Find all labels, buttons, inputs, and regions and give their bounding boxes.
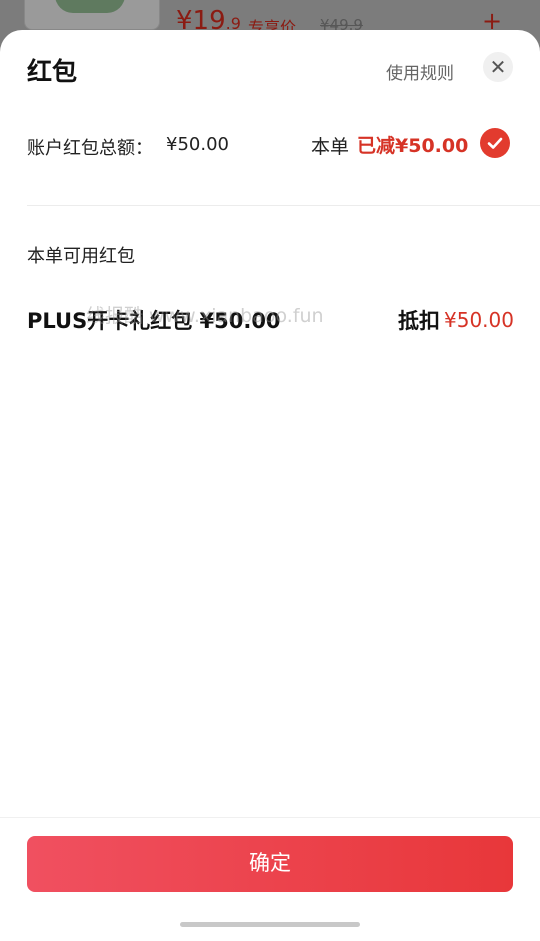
order-label: 本单 bbox=[311, 136, 350, 158]
close-icon[interactable]: ✕ bbox=[483, 52, 513, 82]
deduct-label: 抵扣 bbox=[398, 309, 440, 333]
balance-value: ¥50.00 bbox=[166, 134, 229, 155]
red-packet-sheet: 红包 使用规则 ✕ 账户红包总额： ¥50.00 本单 已减¥50.00 本单可… bbox=[0, 30, 540, 941]
deduct-value: ¥50.00 bbox=[444, 308, 514, 332]
product-thumbnail bbox=[24, 0, 160, 30]
divider bbox=[27, 205, 540, 206]
product-image bbox=[55, 0, 125, 13]
available-section-title: 本单可用红包 bbox=[27, 246, 135, 267]
home-indicator[interactable] bbox=[180, 922, 360, 927]
footer-divider bbox=[0, 817, 540, 818]
usage-rules-link[interactable]: 使用规则 bbox=[386, 59, 454, 84]
sheet-title: 红包 bbox=[27, 57, 78, 86]
watermark: 线报酷 www.xianbaoo.fun bbox=[86, 305, 324, 327]
order-reduced-amount: 已减¥50.00 bbox=[357, 135, 469, 157]
check-circle-icon[interactable] bbox=[480, 128, 510, 158]
balance-label: 账户红包总额： bbox=[27, 138, 153, 159]
confirm-button[interactable]: 确定 bbox=[27, 836, 513, 892]
